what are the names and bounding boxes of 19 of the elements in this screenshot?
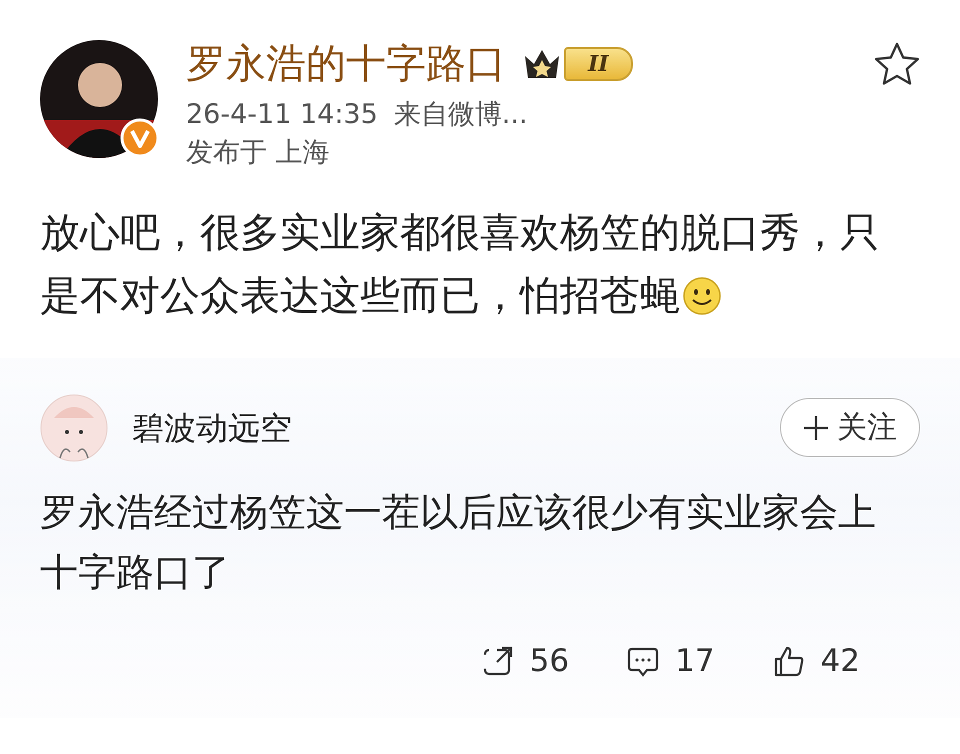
commenter-name[interactable]: 碧波动远空 bbox=[132, 404, 292, 452]
post-time: 26-4-11 14:35 bbox=[186, 98, 378, 132]
smiley-icon bbox=[682, 276, 722, 316]
like-count: 42 bbox=[820, 642, 860, 681]
post-source[interactable]: 来自微博... bbox=[394, 96, 528, 134]
favorite-star-icon[interactable] bbox=[874, 42, 920, 86]
author-name[interactable]: 罗永浩的十字路口 bbox=[186, 40, 506, 88]
repost-count: 56 bbox=[530, 642, 570, 681]
post-location: 发布于 上海 bbox=[186, 136, 330, 168]
plus-icon bbox=[803, 414, 829, 441]
comment-text: 十字路口了 bbox=[40, 550, 230, 594]
post-text: 是不对公众表达这些而已，怕招苍蝇 bbox=[40, 272, 680, 321]
comment-text: 罗永浩经过杨笠这一茬以后应该很少有实业家会上 bbox=[40, 490, 876, 534]
follow-button[interactable]: 关注 bbox=[780, 398, 920, 458]
thumbs-up-icon[interactable] bbox=[772, 644, 805, 677]
post-text: 放心吧，很多实业家都很喜欢杨笠的脱口秀，只 bbox=[40, 210, 880, 256]
level-badge: II bbox=[564, 47, 633, 81]
share-icon[interactable] bbox=[482, 644, 514, 677]
comment-count: 17 bbox=[675, 642, 715, 681]
